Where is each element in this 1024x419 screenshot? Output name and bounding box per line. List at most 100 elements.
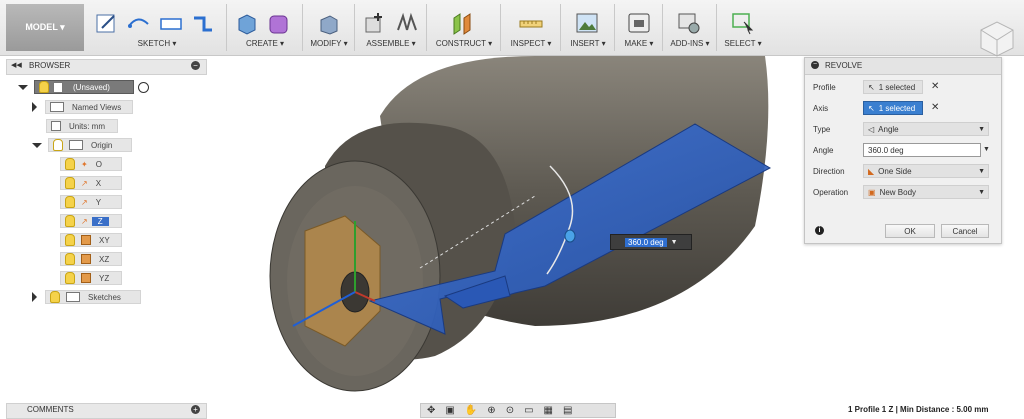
insert-group[interactable]: INSERT ▾: [562, 4, 615, 51]
canvas-angle-dropdown-icon[interactable]: ▼: [671, 239, 678, 246]
select-icon[interactable]: [730, 10, 756, 36]
visibility-bulb-icon[interactable]: [65, 158, 75, 170]
visibility-bulb-icon[interactable]: [50, 291, 60, 303]
y-axis-node[interactable]: ↗ Y: [60, 195, 122, 209]
visibility-bulb-icon[interactable]: [65, 177, 75, 189]
make-menu-label[interactable]: MAKE ▾: [616, 39, 662, 48]
create-group[interactable]: CREATE ▾: [228, 4, 303, 51]
line-icon[interactable]: [126, 10, 152, 36]
workspace-switcher-button[interactable]: MODEL ▾: [6, 4, 84, 51]
measure-icon[interactable]: [518, 10, 544, 36]
profile-selector[interactable]: ↖ 1 selected: [863, 80, 923, 94]
display-settings-icon[interactable]: ▭: [524, 405, 533, 416]
visibility-bulb-icon[interactable]: [65, 215, 75, 227]
offset-plane-icon[interactable]: [450, 10, 476, 36]
insert-image-icon[interactable]: [574, 10, 600, 36]
stop-sketch-icon[interactable]: [190, 10, 216, 36]
joint-icon[interactable]: [394, 10, 420, 36]
sketch-menu-label[interactable]: SKETCH ▾: [88, 39, 226, 48]
origin-point-node[interactable]: ✦ O: [60, 157, 122, 171]
clear-axis-icon[interactable]: ✕: [931, 102, 939, 113]
create-menu-label[interactable]: CREATE ▾: [228, 39, 302, 48]
visibility-bulb-icon[interactable]: [65, 196, 75, 208]
create-sketch-icon[interactable]: [94, 10, 120, 36]
operation-select[interactable]: ▣ New Body ▼: [863, 185, 989, 199]
browser-root-node[interactable]: (Unsaved): [34, 80, 134, 94]
xy-plane-node[interactable]: XY: [60, 233, 122, 247]
tree-row-y-axis[interactable]: ↗ Y: [60, 195, 122, 209]
angle-handle[interactable]: [564, 229, 576, 243]
ok-button[interactable]: OK: [885, 224, 935, 238]
z-axis-node[interactable]: ↗ Z: [60, 214, 122, 228]
expand-triangle-icon[interactable]: [18, 84, 28, 90]
form-icon[interactable]: [266, 10, 292, 36]
chevron-down-icon[interactable]: ▼: [978, 189, 985, 196]
angle-dropdown-icon[interactable]: ▼: [983, 146, 990, 153]
insert-menu-label[interactable]: INSERT ▾: [562, 39, 614, 48]
comments-add-icon[interactable]: +: [191, 405, 200, 414]
cancel-button[interactable]: Cancel: [941, 224, 989, 238]
tree-row-yz-plane[interactable]: YZ: [60, 271, 122, 285]
visibility-bulb-icon[interactable]: [65, 234, 75, 246]
info-icon[interactable]: i: [815, 226, 824, 235]
rectangle-icon[interactable]: [158, 10, 184, 36]
browser-pin-icon[interactable]: −: [191, 61, 200, 70]
new-component-icon[interactable]: [362, 10, 388, 36]
tree-row-sketches[interactable]: Sketches: [32, 290, 141, 304]
tree-row-origin-point[interactable]: ✦ O: [60, 157, 122, 171]
tree-row-z-axis[interactable]: ↗ Z: [60, 214, 122, 228]
assemble-group[interactable]: ASSEMBLE ▾: [356, 4, 427, 51]
comments-panel[interactable]: COMMENTS +: [6, 403, 207, 419]
revolve-dialog[interactable]: − REVOLVE Profile ↖ 1 selected ✕ Axis ↖ …: [804, 57, 1002, 244]
tree-row-xy-plane[interactable]: XY: [60, 233, 122, 247]
viewcube[interactable]: [975, 18, 1019, 62]
tree-row-root[interactable]: (Unsaved): [18, 80, 149, 94]
box-icon[interactable]: [234, 10, 260, 36]
orbit-icon[interactable]: ✥: [427, 405, 435, 416]
select-group[interactable]: SELECT ▾: [718, 4, 768, 51]
scripts-addins-icon[interactable]: [676, 10, 702, 36]
construct-group[interactable]: CONSTRUCT ▾: [428, 4, 501, 51]
canvas-angle-input[interactable]: 360.0 deg ▼: [610, 234, 692, 250]
look-at-icon[interactable]: ▣: [445, 405, 454, 416]
tree-row-named-views[interactable]: Named Views: [32, 100, 133, 114]
clear-profile-icon[interactable]: ✕: [931, 81, 939, 92]
press-pull-icon[interactable]: [316, 10, 342, 36]
expand-triangle-icon[interactable]: [32, 292, 37, 302]
xz-plane-node[interactable]: XZ: [60, 252, 122, 266]
direction-select[interactable]: ◣ One Side ▼: [863, 164, 989, 178]
sketches-node[interactable]: Sketches: [45, 290, 141, 304]
chevron-down-icon[interactable]: ▼: [978, 126, 985, 133]
assemble-menu-label[interactable]: ASSEMBLE ▾: [356, 39, 426, 48]
pan-icon[interactable]: ✋: [465, 405, 477, 416]
sketch-group[interactable]: SKETCH ▾: [88, 4, 227, 51]
axis-selector[interactable]: ↖ 1 selected: [863, 101, 923, 115]
angle-value[interactable]: 360.0 deg: [868, 146, 904, 155]
modify-group[interactable]: MODIFY ▾: [304, 4, 355, 51]
construct-menu-label[interactable]: CONSTRUCT ▾: [428, 39, 500, 48]
tree-row-origin[interactable]: Origin: [32, 138, 132, 152]
chevron-down-icon[interactable]: ▼: [978, 168, 985, 175]
modify-menu-label[interactable]: MODIFY ▾: [304, 39, 354, 48]
inspect-group[interactable]: INSPECT ▾: [502, 4, 561, 51]
expand-triangle-icon[interactable]: [32, 142, 42, 148]
addins-menu-label[interactable]: ADD-INS ▾: [664, 39, 716, 48]
angle-input[interactable]: 360.0 deg: [863, 143, 981, 157]
x-axis-node[interactable]: ↗ X: [60, 176, 122, 190]
addins-group[interactable]: ADD-INS ▾: [664, 4, 717, 51]
make-group[interactable]: MAKE ▾: [616, 4, 663, 51]
yz-plane-node[interactable]: YZ: [60, 271, 122, 285]
visibility-bulb-icon[interactable]: [65, 253, 75, 265]
units-node[interactable]: Units: mm: [46, 119, 118, 133]
canvas-angle-value[interactable]: 360.0 deg: [625, 237, 667, 247]
inspect-menu-label[interactable]: INSPECT ▾: [502, 39, 560, 48]
select-menu-label[interactable]: SELECT ▾: [718, 39, 768, 48]
visibility-bulb-icon[interactable]: [65, 272, 75, 284]
tree-row-x-axis[interactable]: ↗ X: [60, 176, 122, 190]
collapse-browser-icon[interactable]: ◀◀: [11, 61, 22, 69]
collapse-dialog-icon[interactable]: −: [811, 61, 819, 69]
zoom-icon[interactable]: ⊕: [487, 405, 495, 416]
browser-header[interactable]: ◀◀ BROWSER −: [6, 59, 207, 75]
expand-triangle-icon[interactable]: [32, 102, 37, 112]
zoom-window-icon[interactable]: ⊙: [506, 405, 514, 416]
